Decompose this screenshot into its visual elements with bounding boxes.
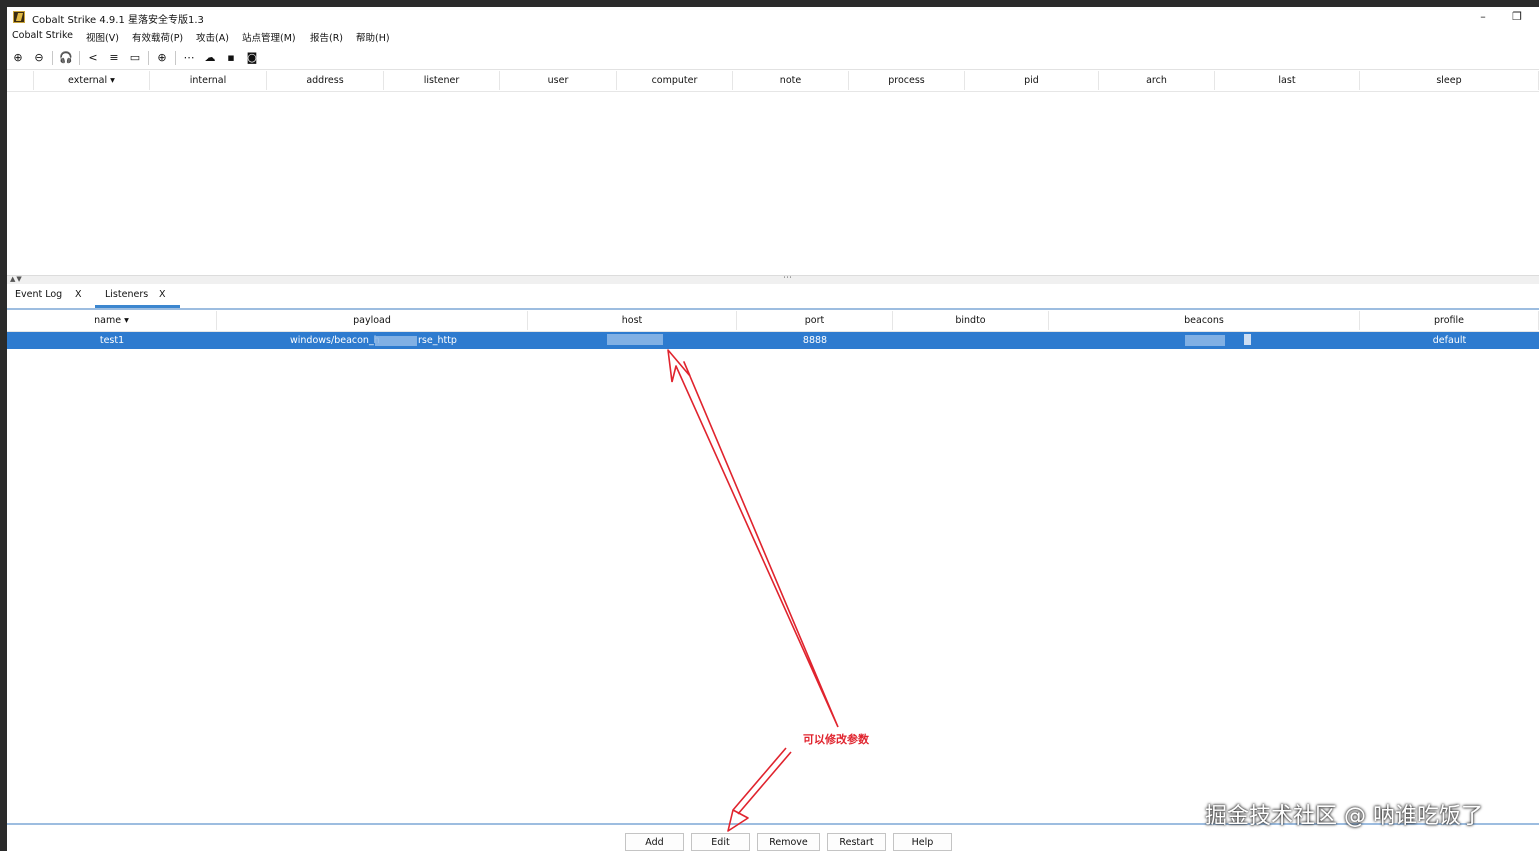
globe-icon[interactable]: ⊕ — [155, 51, 169, 65]
menu-view[interactable]: 视图(V) — [86, 30, 119, 44]
sessions-table-header: external ▾ internal address listener use… — [7, 71, 1539, 92]
add-button[interactable]: Add — [625, 833, 684, 851]
annotation-label: 可以修改参数 — [803, 733, 869, 746]
column-header-host[interactable]: host — [528, 311, 737, 330]
column-header-icon[interactable] — [7, 71, 34, 90]
terminal-icon[interactable]: ▪ — [224, 51, 238, 65]
cell-name: test1 — [99, 335, 125, 346]
tab-event-log[interactable]: Event Log — [15, 284, 95, 308]
pane-splitter[interactable]: ▲▼ ⋯ — [7, 273, 1539, 284]
column-header-address[interactable]: address — [267, 71, 384, 90]
cell-beacons — [1049, 332, 1360, 349]
menu-bar: Cobalt Strike 视图(V) 有效载荷(P) 攻击(A) 站点管理(M… — [7, 27, 1539, 45]
column-header-process[interactable]: process — [849, 71, 965, 90]
window-title: Cobalt Strike 4.9.1 星落安全专版1.3 — [32, 15, 204, 26]
column-header-name[interactable]: name ▾ — [7, 311, 217, 330]
cell-host — [528, 332, 737, 349]
redacted-blur — [375, 336, 417, 346]
share-icon[interactable]: < — [86, 51, 100, 65]
menu-reporting[interactable]: 报告(R) — [310, 30, 343, 44]
table-row[interactable]: test1 windows/beacon_h rse_http 8888 def… — [7, 332, 1539, 349]
column-header-internal[interactable]: internal — [150, 71, 267, 90]
restore-button[interactable]: ❐ — [1507, 9, 1527, 25]
list-icon[interactable]: ≡ — [107, 51, 121, 65]
cobalt-strike-logo-icon — [13, 11, 25, 23]
column-header-computer[interactable]: computer — [617, 71, 733, 90]
tab-listeners[interactable]: Listeners — [95, 284, 180, 308]
tab-event-log-close-icon[interactable]: X — [75, 284, 82, 306]
menu-cobalt-strike[interactable]: Cobalt Strike — [12, 30, 73, 41]
disconnect-icon[interactable]: ⊖ — [32, 51, 46, 65]
tab-label: Event Log — [15, 289, 63, 300]
splitter-handle-icon[interactable]: ⋯ — [783, 273, 792, 283]
watermark: 掘金技术社区 @ 呐谁吃饭了 — [1205, 804, 1483, 829]
toolbar-separator — [175, 51, 176, 65]
laptop-icon[interactable]: ▭ — [128, 51, 142, 65]
menu-payloads[interactable]: 有效载荷(P) — [132, 30, 183, 44]
listeners-table-header: name ▾ payload host port bindto beacons … — [7, 311, 1539, 332]
title-bar: Cobalt Strike 4.9.1 星落安全专版1.3 – ❐ — [7, 7, 1539, 27]
keys-icon[interactable]: ⋯ — [182, 51, 196, 65]
camera-icon[interactable]: ◙ — [245, 51, 259, 65]
column-header-user[interactable]: user — [500, 71, 617, 90]
column-header-beacons[interactable]: beacons — [1049, 311, 1360, 330]
sessions-table-body[interactable] — [7, 92, 1539, 275]
column-header-pid[interactable]: pid — [965, 71, 1099, 90]
cloud-upload-icon[interactable]: ☁ — [203, 51, 217, 65]
cell-bindto — [893, 332, 1049, 349]
menu-attacks[interactable]: 攻击(A) — [196, 30, 229, 44]
help-button[interactable]: Help — [893, 833, 952, 851]
headphones-icon[interactable]: 🎧 — [59, 51, 73, 65]
toolbar-separator — [52, 51, 53, 65]
new-connection-icon[interactable]: ⊕ — [11, 51, 25, 65]
cell-profile: default — [1432, 335, 1467, 346]
toolbar-separator — [79, 51, 80, 65]
column-header-sleep[interactable]: sleep — [1360, 71, 1539, 90]
column-header-payload[interactable]: payload — [217, 311, 528, 330]
column-header-arch[interactable]: arch — [1099, 71, 1215, 90]
column-header-bindto[interactable]: bindto — [893, 311, 1049, 330]
column-header-port[interactable]: port — [737, 311, 893, 330]
splitter-arrows-icon[interactable]: ▲▼ — [10, 275, 23, 283]
menu-help[interactable]: 帮助(H) — [356, 30, 390, 44]
column-header-listener[interactable]: listener — [384, 71, 500, 90]
cell-payload-start: windows/beacon_h — [290, 335, 380, 346]
cobalt-strike-window: Cobalt Strike 4.9.1 星落安全专版1.3 – ❐ Cobalt… — [7, 7, 1539, 851]
column-header-last[interactable]: last — [1215, 71, 1360, 90]
column-header-profile[interactable]: profile — [1360, 311, 1539, 330]
remove-button[interactable]: Remove — [757, 833, 820, 851]
column-header-note[interactable]: note — [733, 71, 849, 90]
tab-listeners-close-icon[interactable]: X — [159, 284, 166, 306]
tab-label: Listeners — [105, 289, 149, 300]
minimize-button[interactable]: – — [1473, 9, 1493, 25]
menu-site-management[interactable]: 站点管理(M) — [242, 30, 296, 44]
cell-port: 8888 — [802, 335, 828, 346]
toolbar: ⊕ ⊖ 🎧 < ≡ ▭ ⊕ ⋯ ☁ ▪ ◙ — [7, 47, 1539, 70]
restart-button[interactable]: Restart — [827, 833, 886, 851]
toolbar-separator — [148, 51, 149, 65]
column-header-external[interactable]: external ▾ — [34, 71, 150, 90]
tab-bar: Event Log X Listeners X — [7, 284, 1539, 310]
cell-payload-end: rse_http — [418, 335, 457, 346]
edit-button[interactable]: Edit — [691, 833, 750, 851]
